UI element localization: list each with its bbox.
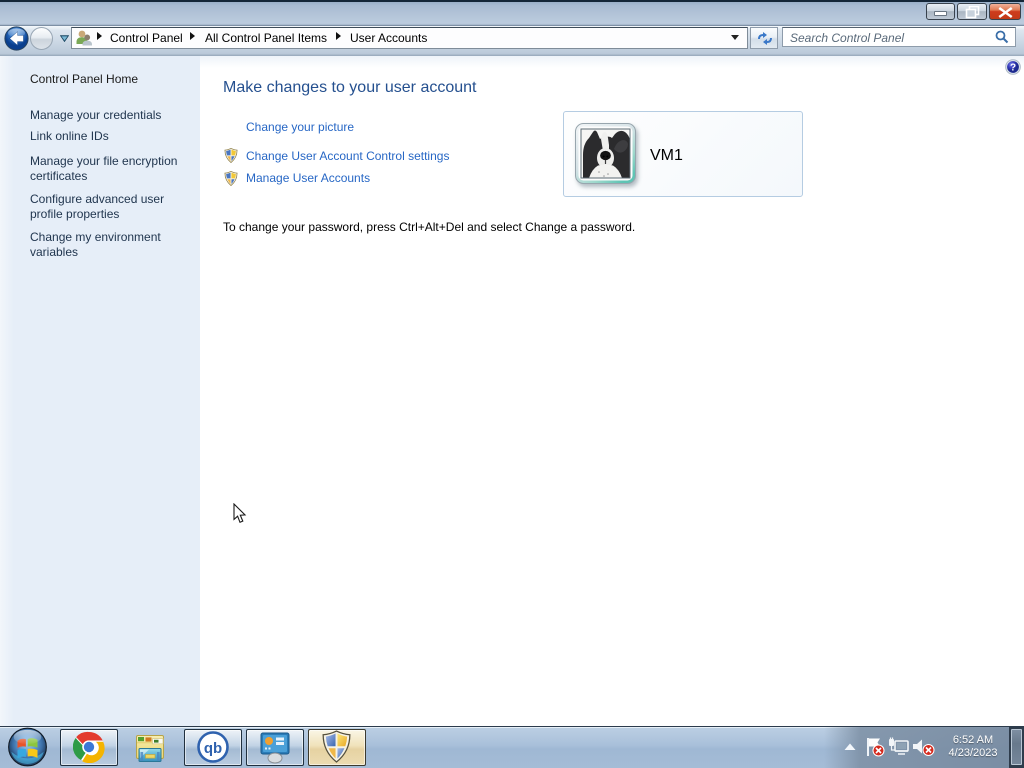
svg-text:?: ? <box>1010 63 1016 74</box>
svg-text:qb: qb <box>204 740 222 757</box>
